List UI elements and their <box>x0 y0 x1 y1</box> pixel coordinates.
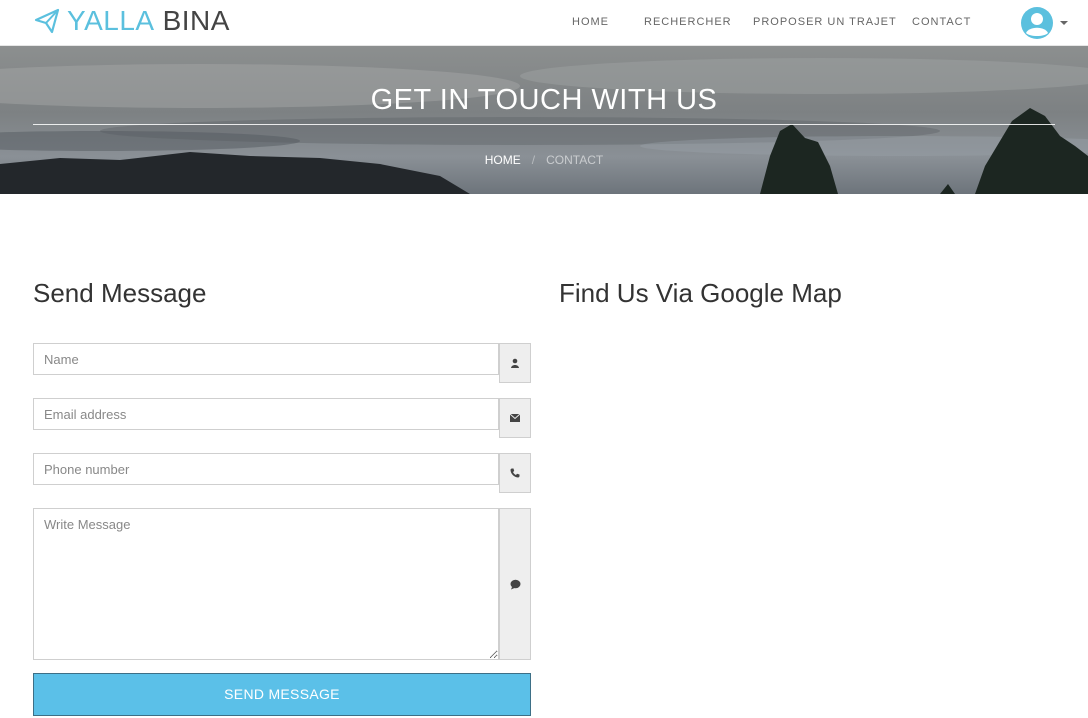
page-header-banner: GET IN TOUCH WITH US HOME / CONTACT <box>0 46 1088 194</box>
name-field-group <box>33 343 531 383</box>
chevron-down-icon <box>1060 21 1068 25</box>
top-navbar: YALLA BINA HOME RECHERCHER PROPOSER UN T… <box>0 0 1088 46</box>
map-heading: Find Us Via Google Map <box>559 278 842 308</box>
paper-plane-icon <box>34 8 60 34</box>
brand-name-first: YALLA <box>67 5 155 36</box>
email-input[interactable] <box>33 398 499 430</box>
nav-proposer-trajet[interactable]: PROPOSER UN TRAJET <box>753 16 897 28</box>
breadcrumb-home[interactable]: HOME <box>485 153 521 167</box>
name-input[interactable] <box>33 343 499 375</box>
user-menu[interactable] <box>1020 6 1068 40</box>
breadcrumb-current: CONTACT <box>546 153 604 167</box>
send-message-button[interactable]: SEND MESSAGE <box>33 673 531 716</box>
message-textarea[interactable] <box>33 508 499 660</box>
user-icon <box>499 343 531 383</box>
nav-rechercher[interactable]: RECHERCHER <box>644 16 732 28</box>
user-circle-icon <box>1021 7 1053 39</box>
email-field-group <box>33 398 531 438</box>
nav-home[interactable]: HOME <box>572 16 609 28</box>
phone-input[interactable] <box>33 453 499 485</box>
envelope-icon <box>499 398 531 438</box>
brand-logo[interactable]: YALLA BINA <box>33 5 230 37</box>
phone-field-group <box>33 453 531 493</box>
nav-contact[interactable]: CONTACT <box>912 16 971 28</box>
page-title: GET IN TOUCH WITH US <box>370 84 718 116</box>
message-field-group <box>33 508 531 660</box>
breadcrumb: HOME / CONTACT <box>0 153 1088 167</box>
phone-icon <box>499 453 531 493</box>
brand-name-second: BINA <box>162 5 230 36</box>
breadcrumb-separator: / <box>531 153 536 167</box>
title-divider <box>33 124 1055 125</box>
send-message-heading: Send Message <box>33 278 207 308</box>
banner-background-image <box>0 46 1088 194</box>
comment-icon <box>499 508 531 660</box>
